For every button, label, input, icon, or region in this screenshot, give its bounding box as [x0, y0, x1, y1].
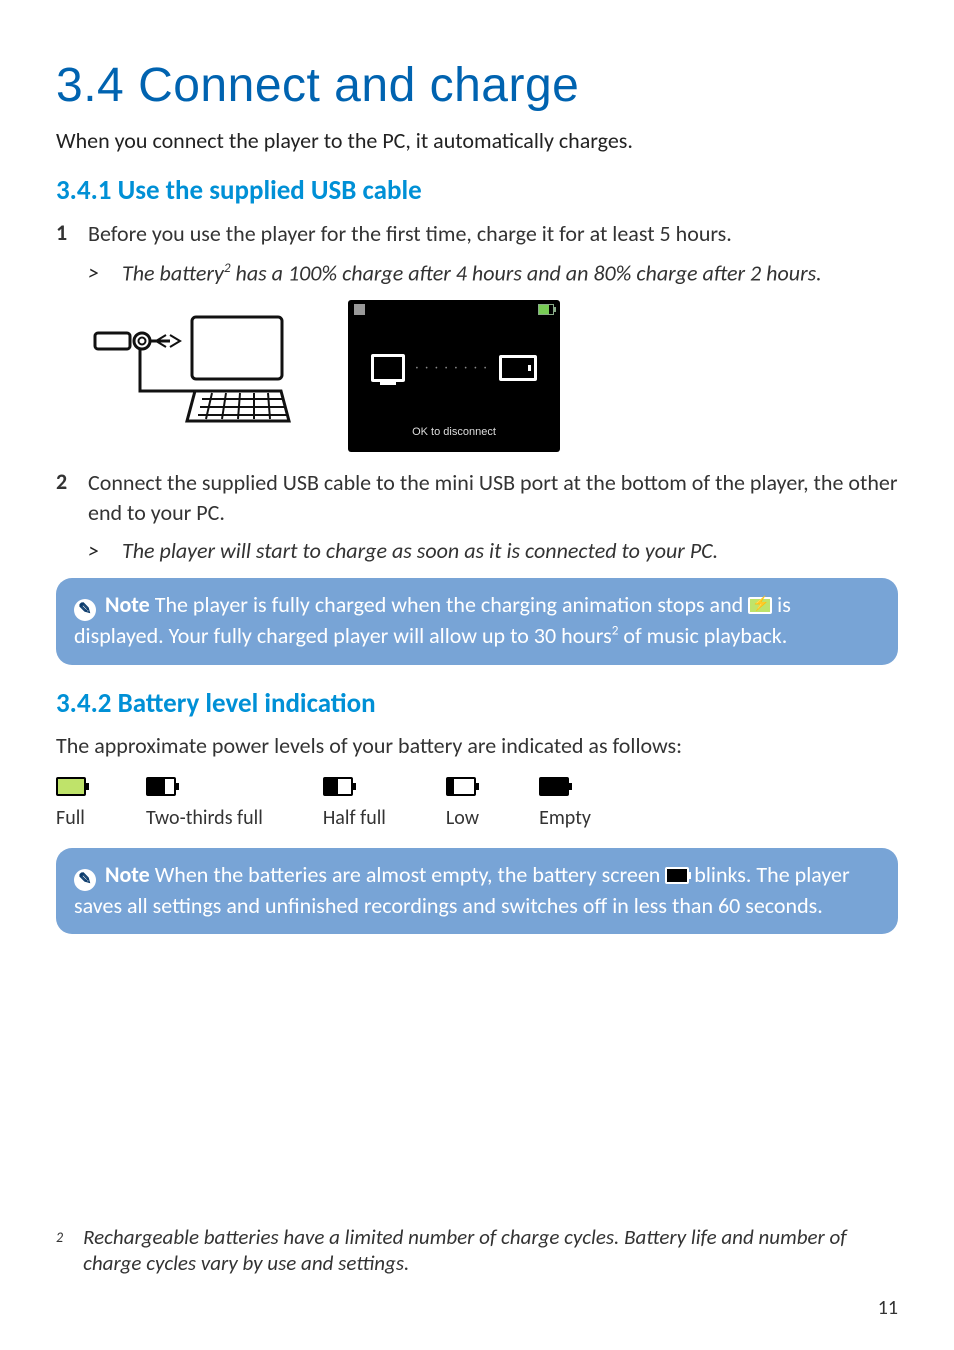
battery-empty-icon: [539, 777, 569, 796]
battery-level-label: Full: [56, 806, 85, 830]
note-icon: ✎: [74, 869, 96, 891]
battery-level-full: Full: [56, 777, 86, 830]
step-1-substep: > The battery2 has a 100% charge after 4…: [56, 259, 898, 286]
note-text-1: When the batteries are almost empty, the…: [150, 861, 666, 888]
footnote: 2 Rechargeable batteries have a limited …: [56, 1224, 898, 1276]
footnote-ref: 2: [224, 259, 231, 276]
note-icon: ✎: [74, 599, 96, 621]
step-number: 2: [56, 468, 88, 527]
note-label: Note: [105, 861, 150, 888]
pc-connection-illustration: [90, 313, 300, 439]
step-2-substep: > The player will start to charge as soo…: [56, 537, 898, 564]
step-text: Before you use the player for the first …: [88, 219, 732, 249]
transfer-dots-icon: · · · · · · · ·: [415, 357, 488, 379]
battery-full-icon: [56, 777, 86, 796]
battery-level-empty: Empty: [539, 777, 591, 830]
player-screen-illustration: · · · · · · · · OK to disconnect: [348, 300, 560, 452]
battery-level-label: Two-thirds full: [146, 806, 263, 830]
player-icon: [499, 355, 537, 381]
subsection-heading-battery: 3.4.2 Battery level indication: [56, 687, 898, 720]
player-screen-message: OK to disconnect: [348, 426, 560, 438]
subsection-heading-usb: 3.4.1 Use the supplied USB cable: [56, 174, 898, 207]
battery-level-half: Half full: [323, 777, 386, 830]
page-number: 11: [878, 1296, 898, 1320]
note-text-1: The player is fully charged when the cha…: [150, 591, 748, 618]
battery-level-label: Empty: [539, 806, 591, 830]
step-2: 2 Connect the supplied USB cable to the …: [56, 468, 898, 527]
note-label: Note: [105, 591, 150, 618]
sd-icon: [354, 304, 365, 315]
battery-half-icon: [323, 777, 353, 796]
footnote-text: Rechargeable batteries have a limited nu…: [83, 1224, 898, 1276]
battery-blink-icon: [665, 867, 689, 884]
battery-low-icon: [446, 777, 476, 796]
note-callout-charge: ✎ Note The player is fully charged when …: [56, 578, 898, 664]
section-intro: When you connect the player to the PC, i…: [56, 127, 898, 154]
section-heading: 3.4 Connect and charge: [56, 58, 898, 113]
battery-charged-icon: [748, 597, 772, 614]
sub-text: The battery2 has a 100% charge after 4 h…: [122, 259, 822, 286]
illustration-row: · · · · · · · · OK to disconnect: [90, 300, 898, 452]
battery-twothirds-icon: [146, 777, 176, 796]
battery-levels-row: Full Two-thirds full Half full Low Empty: [56, 777, 898, 830]
sub-text-part-a: The battery: [122, 259, 224, 286]
battery-level-low: Low: [446, 777, 479, 830]
battery-level-twothirds: Two-thirds full: [146, 777, 263, 830]
battery-level-label: Low: [446, 806, 479, 830]
battery-icon: [538, 304, 554, 315]
battery-intro: The approximate power levels of your bat…: [56, 732, 898, 759]
sub-marker: >: [88, 537, 122, 564]
sub-text: The player will start to charge as soon …: [122, 537, 718, 564]
step-number: 1: [56, 219, 88, 249]
step-text: Connect the supplied USB cable to the mi…: [88, 468, 898, 527]
pc-icon: [371, 354, 405, 382]
manual-page: 3.4 Connect and charge When you connect …: [0, 0, 954, 1350]
step-1: 1 Before you use the player for the firs…: [56, 219, 898, 249]
sub-text-part-b: has a 100% charge after 4 hours and an 8…: [231, 259, 822, 286]
battery-level-label: Half full: [323, 806, 386, 830]
sub-marker: >: [88, 259, 122, 286]
note-callout-lowbatt: ✎ Note When the batteries are almost emp…: [56, 848, 898, 934]
footnote-number: 2: [56, 1224, 63, 1276]
note-text-3: of music playback.: [618, 622, 787, 649]
